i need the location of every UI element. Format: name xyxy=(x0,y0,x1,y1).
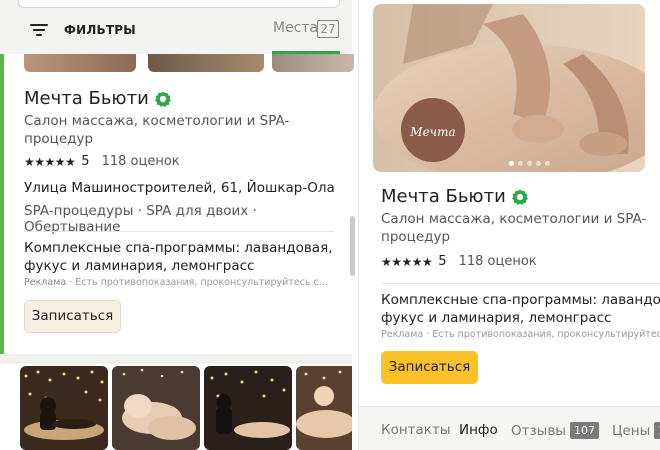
results-toolbar: ФИЛЬТРЫ Места 27 xyxy=(0,0,352,54)
rating-value: 5 xyxy=(81,154,90,169)
details-rating-row: ★★★★★ 5 118 оценок xyxy=(381,254,537,269)
listing-photo[interactable] xyxy=(272,54,354,72)
verified-badge-icon xyxy=(511,189,528,205)
next-listing-photo[interactable] xyxy=(204,366,292,450)
listing-description: Салон массажа, косметологии и SPA-процед… xyxy=(24,113,290,147)
ad-text[interactable]: Комплексные спа-программы: лавандовая, ф… xyxy=(24,239,334,275)
rating-stars-icon: ★★★★★ xyxy=(24,154,76,169)
rating-row: ★★★★★ 5 118 оценок xyxy=(24,154,180,169)
photo-pagination[interactable] xyxy=(509,161,554,166)
hero-photo[interactable]: Мечта xyxy=(373,4,645,172)
salon-logo-text: Мечта xyxy=(410,125,456,139)
next-listing-photos xyxy=(20,366,352,450)
filters-button[interactable]: ФИЛЬТРЫ xyxy=(30,20,136,40)
tab-label: Отзывы xyxy=(511,423,566,439)
tab-info[interactable]: Инфо xyxy=(459,422,498,438)
tab-label: Контакты xyxy=(381,422,451,438)
listing-title-row: Мечта Бьюти xyxy=(24,88,171,109)
salon-logo: Мечта xyxy=(401,98,465,162)
details-description: Салон массажа, косметологии и SPA-процед… xyxy=(381,211,647,245)
details-title-row: Мечта Бьюти xyxy=(381,186,528,207)
filters-label: ФИЛЬТРЫ xyxy=(64,23,136,37)
verified-badge-icon xyxy=(154,91,171,107)
rating-value: 5 xyxy=(438,254,447,269)
ad-note: Реклама · Есть противопоказания, проконс… xyxy=(24,277,334,288)
details-title: Мечта Бьюти xyxy=(381,186,506,207)
listing-card[interactable]: Мечта Бьюти Салон массажа, косметологии … xyxy=(0,54,354,354)
rating-stars-icon: ★★★★★ xyxy=(381,254,433,269)
listing-photo-strip xyxy=(24,54,354,72)
ad-text-line: фукус и ламинария, лемонграсс xyxy=(381,310,612,326)
ad-disclaimer: · Есть противопоказания, проконсультируй… xyxy=(426,329,660,340)
tab-reviews[interactable]: Отзывы 107 xyxy=(511,422,599,439)
listing-title[interactable]: Мечта Бьюти xyxy=(24,88,149,109)
places-count-badge: 27 xyxy=(317,20,339,38)
ad-label: Реклама xyxy=(24,277,67,288)
tab-contacts[interactable]: Контакты xyxy=(381,422,450,438)
tab-places[interactable]: Места 27 xyxy=(272,0,340,54)
ad-label: Реклама xyxy=(381,329,424,340)
ad-text[interactable]: Комплексные спа-программы: лавандовая фу… xyxy=(381,291,660,327)
tab-label: Цены xyxy=(612,423,651,439)
filters-icon xyxy=(30,23,48,37)
tab-label: Инфо xyxy=(459,422,498,438)
reviews-count[interactable]: 118 оценок xyxy=(102,154,180,169)
ad-disclaimer: · Есть противопоказания, проконсультируй… xyxy=(69,277,329,288)
listing-photo[interactable] xyxy=(148,54,264,72)
listing-photo[interactable] xyxy=(24,54,136,72)
next-listing-photo[interactable] xyxy=(112,366,200,450)
search-results-panel: ФИЛЬТРЫ Места 27 Мечта Бьюти Салон масса… xyxy=(0,0,358,450)
details-tabs: Контакты Инфо Отзывы107 Цены1 xyxy=(359,406,660,450)
listing-address: Улица Машиностроителей, 61, Йошкар-Ола xyxy=(24,180,335,196)
reviews-count[interactable]: 118 оценок xyxy=(459,254,537,269)
next-listing-photo[interactable] xyxy=(20,366,108,450)
tab-prices[interactable]: Цены1 xyxy=(612,422,660,439)
prices-count-badge: 1 xyxy=(654,422,660,439)
results-scrollbar[interactable] xyxy=(350,216,355,276)
card-separator xyxy=(0,354,352,364)
divider xyxy=(381,283,660,284)
places-tab-label: Места xyxy=(273,20,319,36)
reviews-count-badge: 107 xyxy=(569,422,599,439)
ad-note: Реклама · Есть противопоказания, проконс… xyxy=(381,329,660,340)
place-details-panel: Мечта Мечта Бьюти Салон массажа, космето… xyxy=(358,0,660,450)
ad-text-line: Комплексные спа-программы: лавандовая xyxy=(381,292,660,308)
divider xyxy=(24,231,334,232)
book-button[interactable]: Записаться xyxy=(381,351,478,384)
next-listing-photo[interactable] xyxy=(296,366,352,450)
book-button[interactable]: Записаться xyxy=(24,300,121,333)
